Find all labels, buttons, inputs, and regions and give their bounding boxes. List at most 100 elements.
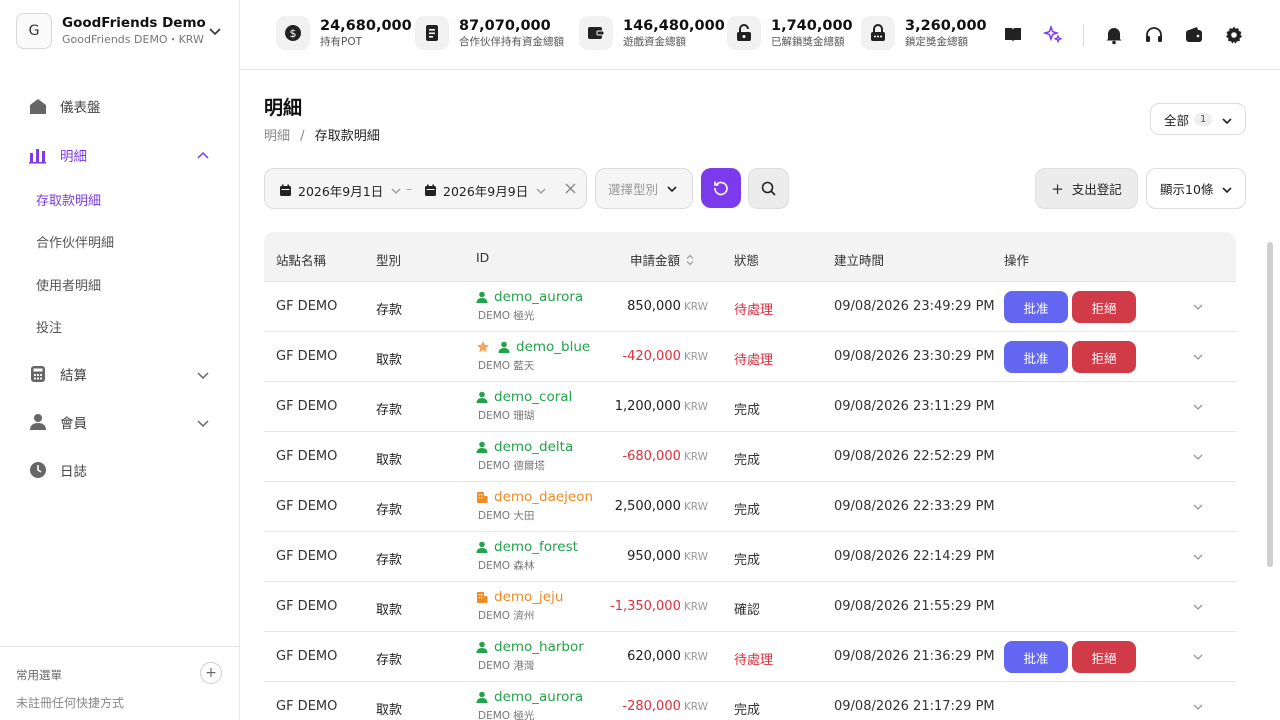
amount-currency: KRW <box>683 301 708 313</box>
sidebar-subitem-transactions[interactable]: 存取款明細 <box>36 190 101 209</box>
page-title: 明細 <box>264 97 303 119</box>
table-scrollbar[interactable] <box>1266 232 1274 567</box>
sidebar-subitem-bets[interactable]: 投注 <box>36 317 62 336</box>
expand-chevron-icon[interactable] <box>1192 401 1204 413</box>
gear-icon[interactable] <box>1224 25 1244 45</box>
scope-count-badge: 1 <box>1194 112 1213 126</box>
sidebar-subitem-partner-details[interactable]: 合作伙伴明細 <box>36 232 114 251</box>
page-size-label: 顯示10條 <box>1160 182 1214 197</box>
sidebar-item-settlement[interactable]: 結算 <box>28 362 209 386</box>
sidebar-item-logs[interactable]: 日誌 <box>28 458 87 482</box>
user-link[interactable]: demo_delta <box>476 439 573 455</box>
expand-chevron-icon[interactable] <box>1192 551 1204 563</box>
expand-chevron-icon[interactable] <box>1192 701 1204 713</box>
expand-chevron-icon[interactable] <box>1192 301 1204 313</box>
user-id: demo_jeju <box>494 589 564 605</box>
scrollbar-thumb[interactable] <box>1267 242 1273 567</box>
user-id: demo_coral <box>494 389 573 405</box>
scope-filter-button[interactable]: 全部 1 <box>1150 103 1246 135</box>
date-range-picker[interactable]: 2026年9月1日 – 2026年9月9日 <box>264 168 587 209</box>
breadcrumb-current: 存取款明細 <box>314 129 380 144</box>
user-id-cell: demo_aurora DEMO 極光 <box>476 289 583 323</box>
user-link[interactable]: demo_coral <box>476 389 572 405</box>
table-row[interactable]: GF DEMO 取款 demo_aurora DEMO 極光 -280,000 KRW 完成… <box>264 682 1236 720</box>
table-row[interactable]: GF DEMO 取款 demo_blue DEMO 藍天 -420,000 KRW 待處理 0… <box>264 332 1236 382</box>
workspace-switcher[interactable]: G GoodFriends Demo GoodFriends DEMO・KRW <box>16 13 226 49</box>
user-link[interactable]: demo_daejeon <box>476 489 593 505</box>
stat-locked-bonus: 3,260,000 鎖定獎金總額 <box>861 16 987 50</box>
workspace-avatar: G <box>16 13 52 49</box>
clear-icon[interactable] <box>565 183 576 194</box>
table-row[interactable]: GF DEMO 取款 demo_delta DEMO 德爾塔 -680,000 KRW 完成… <box>264 432 1236 482</box>
approve-button[interactable]: 批准 <box>1004 641 1068 673</box>
user-link[interactable]: demo_aurora <box>476 689 583 705</box>
expand-chevron-icon[interactable] <box>1192 451 1204 463</box>
workspace-sub: GoodFriends DEMO・KRW <box>62 32 204 46</box>
sidebar-item-details[interactable]: 明細 <box>28 143 209 167</box>
start-date[interactable]: 2026年9月1日 <box>279 181 407 200</box>
end-date[interactable]: 2026年9月9日 <box>424 181 552 200</box>
user-icon <box>476 691 488 703</box>
table-row[interactable]: GF DEMO 存款 demo_harbor DEMO 港灣 620,000 KRW 待處理… <box>264 632 1236 682</box>
user-link[interactable]: demo_forest <box>476 539 578 555</box>
sidebar-item-label: 會員 <box>60 416 87 432</box>
chevron-down-icon <box>1222 187 1232 194</box>
site-name-cell: GF DEMO <box>276 599 338 614</box>
book-icon[interactable] <box>1003 25 1023 45</box>
reject-button[interactable]: 拒絕 <box>1072 291 1136 323</box>
user-link[interactable]: demo_aurora <box>476 289 583 305</box>
headset-icon[interactable] <box>1144 25 1164 45</box>
bell-icon[interactable] <box>1104 25 1124 45</box>
expand-chevron-icon[interactable] <box>1192 351 1204 363</box>
user-id-cell: demo_delta DEMO 德爾塔 <box>476 439 573 473</box>
column-header-amount[interactable]: 申請金額 <box>630 250 694 269</box>
stat-label: 持有POT <box>320 35 363 48</box>
reset-button[interactable] <box>701 168 741 208</box>
amount-currency: KRW <box>683 701 708 713</box>
user-link[interactable]: demo_harbor <box>476 639 584 655</box>
approve-button[interactable]: 批准 <box>1004 341 1068 373</box>
transactions-table: 站點名稱 型別 ID 申請金額 狀態 建立時間 操作 GF DEMO 存款 demo… <box>264 232 1236 720</box>
status-badge: 完成 <box>734 403 761 418</box>
clock-icon <box>30 462 46 478</box>
sidebar-subitem-user-details[interactable]: 使用者明細 <box>36 275 101 294</box>
expand-chevron-icon[interactable] <box>1192 501 1204 513</box>
approve-button[interactable]: 批准 <box>1004 291 1068 323</box>
expand-chevron-icon[interactable] <box>1192 651 1204 663</box>
wallet-icon[interactable] <box>1184 25 1204 45</box>
user-nickname: DEMO 森林 <box>478 560 535 572</box>
site-name-cell: GF DEMO <box>276 649 338 664</box>
add-favorite-button[interactable]: + <box>200 662 222 684</box>
created-time-cell: 09/08/2026 21:17:29 PM <box>834 699 995 714</box>
page-size-select[interactable]: 顯示10條 <box>1146 168 1246 209</box>
search-button[interactable] <box>748 168 789 209</box>
amount-currency: KRW <box>683 501 708 513</box>
column-header: 狀態 <box>734 253 760 268</box>
table-row[interactable]: GF DEMO 存款 demo_daejeon DEMO 大田 2,500,000 KRW… <box>264 482 1236 532</box>
type-select[interactable]: 選擇型別 <box>595 168 693 209</box>
user-id-cell: demo_coral DEMO 珊瑚 <box>476 389 572 423</box>
table-row[interactable]: GF DEMO 取款 demo_jeju DEMO 濟州 -1,350,000 KRW 確認… <box>264 582 1236 632</box>
workspace-name: GoodFriends Demo <box>62 15 206 32</box>
user-link[interactable]: demo_blue <box>476 339 590 355</box>
table-row[interactable]: GF DEMO 存款 demo_coral DEMO 珊瑚 1,200,000 KRW 完成… <box>264 382 1236 432</box>
status-badge: 待處理 <box>734 353 774 368</box>
user-nickname: DEMO 極光 <box>478 310 535 322</box>
bar-chart-icon <box>29 149 46 164</box>
table-row[interactable]: GF DEMO 存款 demo_aurora DEMO 極光 850,000 KRW 待處理… <box>264 282 1236 332</box>
expand-chevron-icon[interactable] <box>1192 601 1204 613</box>
reject-button[interactable]: 拒絕 <box>1072 341 1136 373</box>
row-actions: 批准 拒絕 <box>1004 341 1136 373</box>
status-badge: 完成 <box>734 453 761 468</box>
table-row[interactable]: GF DEMO 存款 demo_forest DEMO 森林 950,000 KRW 完成 0… <box>264 532 1236 582</box>
sparkle-icon[interactable] <box>1043 25 1063 45</box>
user-link[interactable]: demo_jeju <box>476 589 563 605</box>
sidebar-item-dashboard[interactable]: 儀表盤 <box>28 94 101 118</box>
breadcrumb-parent[interactable]: 明細 <box>264 129 290 144</box>
favorites-title: 常用選單 <box>16 668 62 682</box>
reject-button[interactable]: 拒絕 <box>1072 641 1136 673</box>
payout-register-button[interactable]: + 支出登記 <box>1035 168 1138 209</box>
amount-cell: 850,000 KRW <box>594 299 708 314</box>
payout-register-label: 支出登記 <box>1071 182 1122 197</box>
sidebar-item-members[interactable]: 會員 <box>28 410 209 434</box>
